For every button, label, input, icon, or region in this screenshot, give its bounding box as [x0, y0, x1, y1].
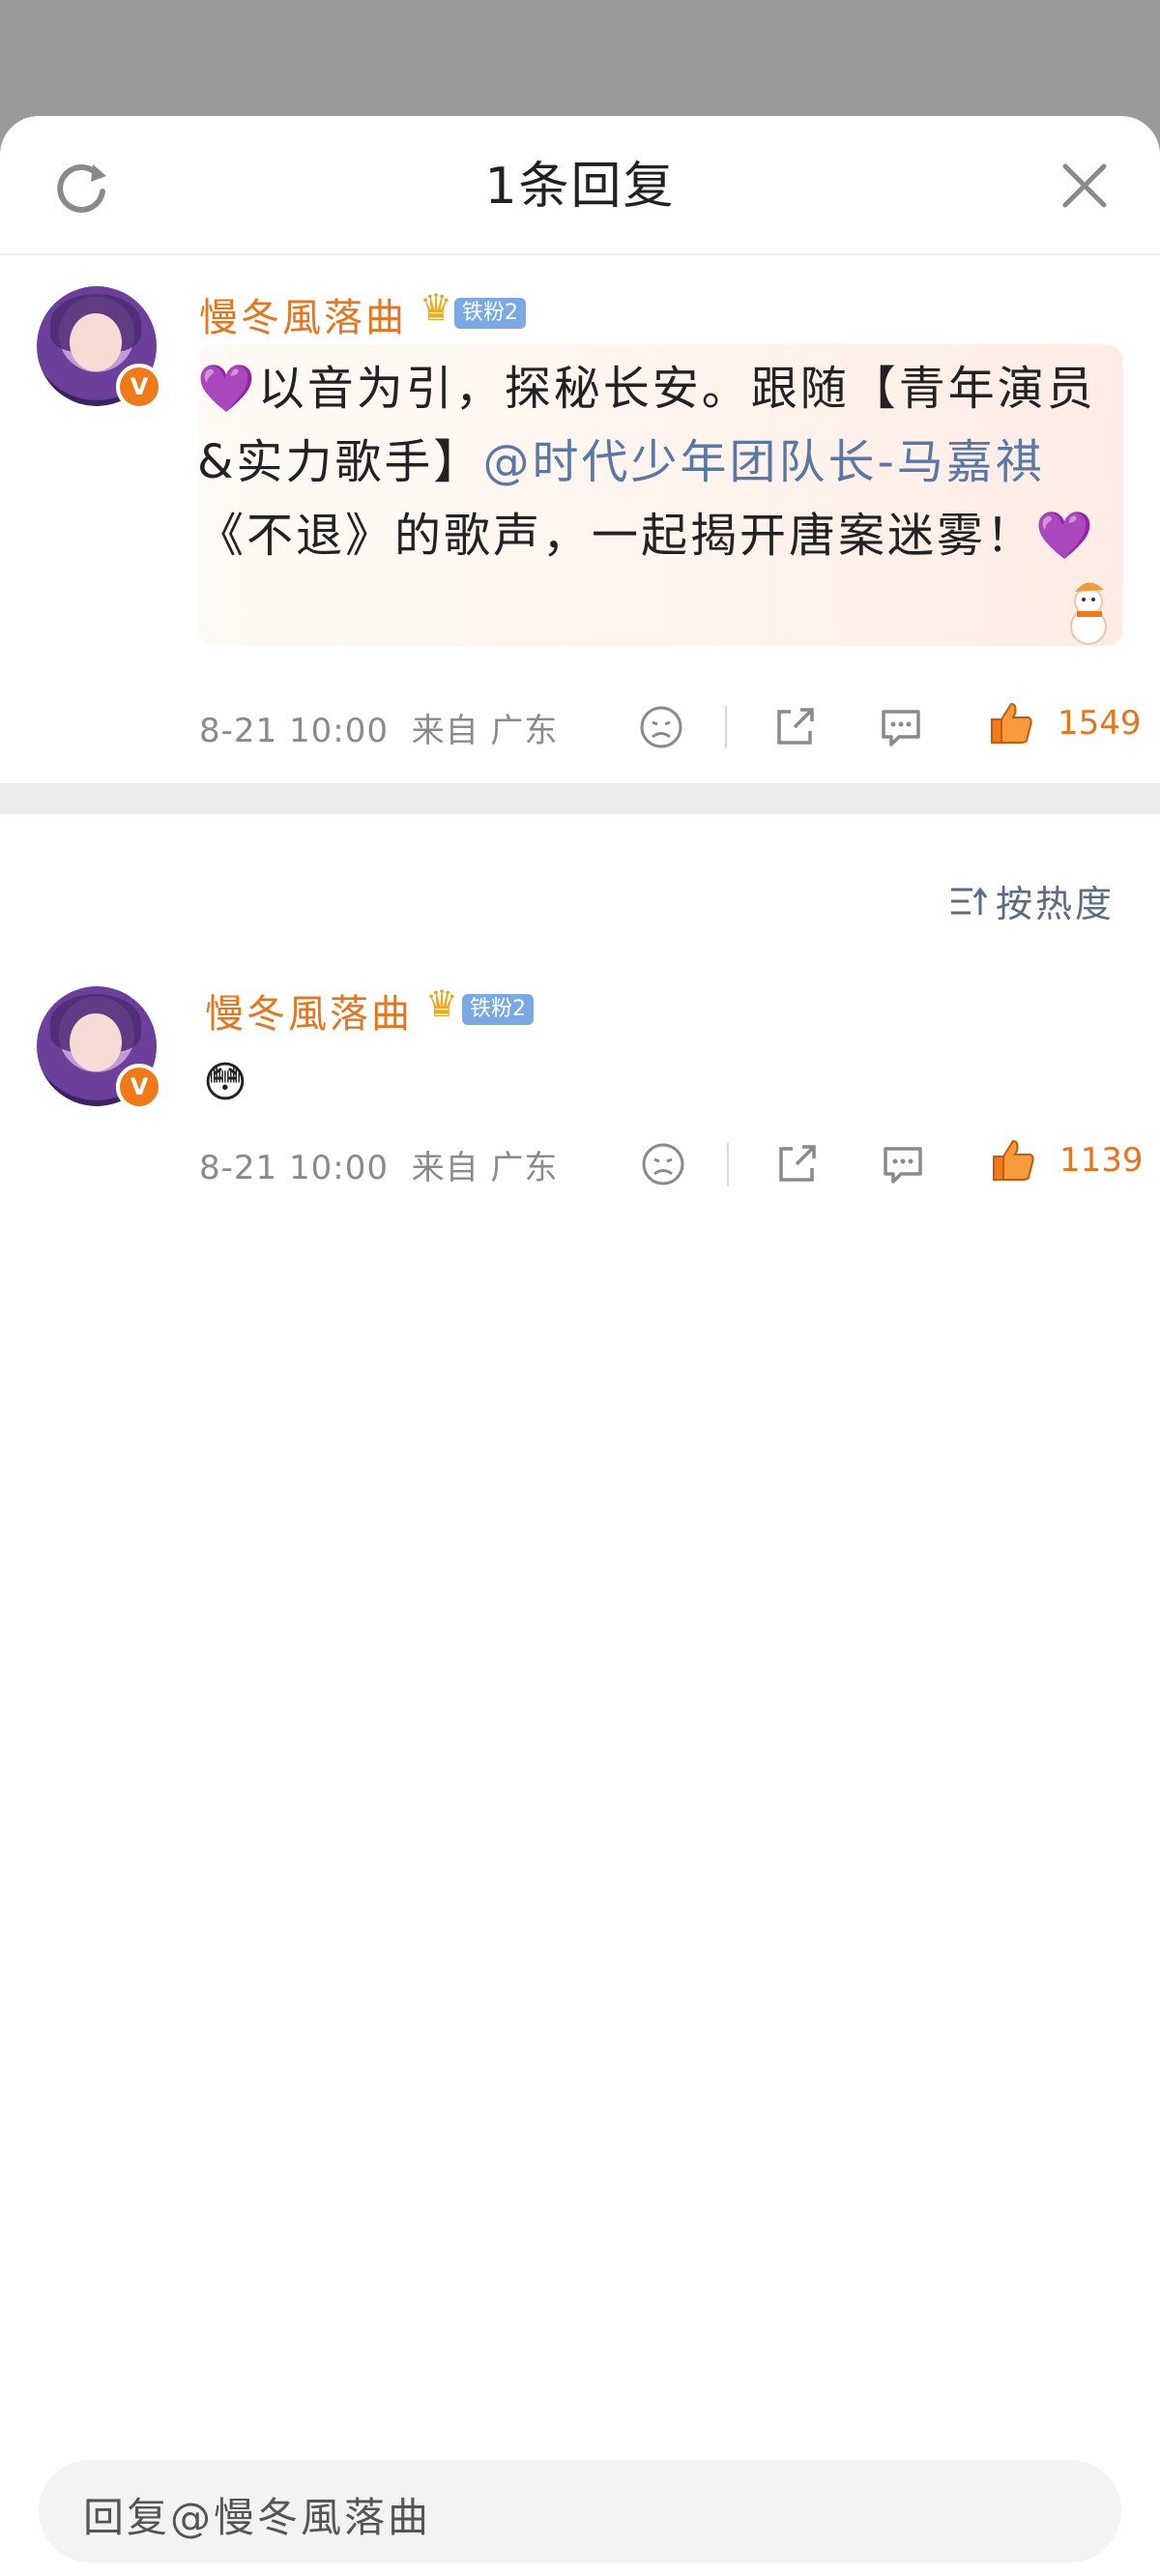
crown-icon: ♛ — [420, 286, 453, 329]
avatar-face — [70, 1013, 122, 1071]
reply-input-placeholder: 回复@慢冬風落曲 — [83, 2494, 432, 2541]
action-divider — [727, 1143, 729, 1186]
username[interactable]: 慢冬風落曲 — [205, 982, 413, 1039]
crown-icon: ♛ — [425, 982, 459, 1025]
reply-input[interactable]: 回复@慢冬風落曲 — [39, 2460, 1121, 2562]
section-divider — [0, 783, 1160, 814]
timestamp: 8-21 10:00 — [199, 1149, 389, 1187]
avatar[interactable]: V — [37, 986, 162, 1110]
thumbs-up-icon[interactable] — [986, 698, 1036, 748]
like-count: 1139 — [1059, 1141, 1144, 1180]
action-divider — [725, 706, 727, 748]
verified-badge-icon: V — [116, 1064, 162, 1110]
sheet-header: 1条回复 — [0, 116, 1160, 255]
close-icon[interactable] — [1054, 155, 1116, 217]
comment-icon[interactable] — [878, 1139, 928, 1189]
purple-heart-emoji: 💜 — [1035, 509, 1096, 563]
fan-badge[interactable]: 铁粉2 — [454, 298, 526, 329]
purple-heart-emoji: 💜 — [197, 362, 258, 416]
avatar-face — [70, 313, 122, 371]
replies-sheet: 1条回复 V 慢冬風落曲 ♛ 铁粉2 💜以音为引，探秘长安。跟随【青年演员&实力… — [0, 116, 1160, 2576]
page-title: 1条回复 — [484, 158, 676, 216]
share-icon[interactable] — [769, 702, 820, 752]
location: 来自 广东 — [411, 712, 559, 750]
mention-link[interactable]: @时代少年团队长-马嘉祺 — [482, 435, 1044, 489]
username[interactable]: 慢冬風落曲 — [199, 286, 407, 342]
verified-badge-icon: V — [116, 364, 162, 410]
fan-badge[interactable]: 铁粉2 — [462, 994, 534, 1025]
sort-by-hot-button[interactable]: 按热度 — [996, 874, 1115, 927]
avatar[interactable]: V — [37, 286, 162, 410]
comment-text-suffix: 《不退》的歌声，一起揭开唐案迷雾！ — [197, 509, 1036, 563]
like-count: 1549 — [1058, 704, 1142, 743]
sort-icon[interactable] — [949, 882, 988, 921]
dislike-icon[interactable] — [638, 1139, 688, 1189]
snowman-decoration-icon — [1070, 582, 1107, 645]
comment-icon[interactable] — [876, 702, 926, 752]
location: 来自 广东 — [411, 1149, 559, 1187]
share-icon[interactable] — [771, 1139, 822, 1189]
reply-text[interactable]: 😳 — [203, 1046, 1102, 1120]
dislike-icon[interactable] — [636, 702, 686, 752]
comment-meta: 8-21 10:00 来自 广东 — [199, 704, 558, 751]
timestamp: 8-21 10:00 — [199, 712, 389, 750]
thumbs-up-icon[interactable] — [988, 1135, 1038, 1186]
comment-meta: 8-21 10:00 来自 广东 — [199, 1141, 558, 1188]
comment-text[interactable]: 💜以音为引，探秘长安。跟随【青年演员&实力歌手】@时代少年团队长-马嘉祺《不退》… — [197, 352, 1096, 572]
